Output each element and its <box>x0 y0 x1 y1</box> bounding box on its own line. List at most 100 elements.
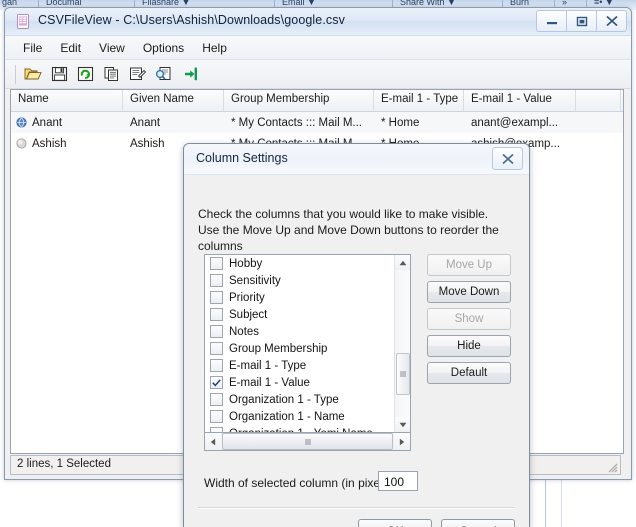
minimize-button[interactable] <box>536 10 567 32</box>
refresh-icon[interactable] <box>73 63 97 86</box>
menu-help[interactable]: Help <box>193 39 236 57</box>
save-icon[interactable] <box>47 63 71 86</box>
table-cell-text: Ashish <box>32 137 67 150</box>
dialog-title-bar: Column Settings <box>184 144 529 175</box>
list-column-header[interactable]: Name <box>11 90 123 111</box>
title-bar: CSVFileView - C:\Users\Ashish\Downloads\… <box>5 8 631 36</box>
column-list-item[interactable]: Organization 1 - Name <box>205 408 410 425</box>
scroll-left-arrow-icon[interactable] <box>205 433 221 450</box>
dialog-side-buttons: Move Up Move Down Show Hide Default <box>427 254 511 389</box>
column-list-item[interactable]: Priority <box>205 289 410 306</box>
horizontal-scroll-thumb[interactable] <box>222 433 393 450</box>
background-toolbar-item: gan <box>2 0 18 7</box>
column-checkbox-list[interactable]: Hobby Sensitivity Priority Subject Notes Grou… <box>204 254 411 433</box>
menu-bar: File Edit View Options Help <box>5 36 631 60</box>
properties-icon[interactable] <box>125 63 149 86</box>
default-button[interactable]: Default <box>427 362 511 384</box>
checkbox-icon[interactable] <box>210 308 223 321</box>
cancel-button[interactable]: Cancel <box>441 519 515 527</box>
table-row[interactable]: Anant Anant * My Contacts ::: Mail M... * H… <box>11 112 623 133</box>
dialog-close-button[interactable] <box>492 147 523 170</box>
table-cell-text: Anant <box>32 116 63 129</box>
vertical-scroll-thumb[interactable] <box>396 353 410 395</box>
column-list-item[interactable]: Notes <box>205 323 410 340</box>
checkbox-icon[interactable] <box>210 342 223 355</box>
list-column-header[interactable]: Group Membership <box>224 90 374 111</box>
table-cell: Anant <box>11 117 123 129</box>
column-list-item[interactable]: Subject <box>205 306 410 323</box>
show-button[interactable]: Show <box>427 308 511 330</box>
window-controls <box>536 10 627 32</box>
checkbox-icon[interactable] <box>210 376 223 389</box>
column-list-item[interactable]: Group Membership <box>205 340 410 357</box>
csv-file-icon <box>15 13 32 30</box>
column-list-item-label: Notes <box>229 325 260 338</box>
maximize-button[interactable] <box>566 10 597 32</box>
column-list-item[interactable]: Sensitivity <box>205 272 410 289</box>
column-list-item[interactable]: Organization 1 - Type <box>205 391 410 408</box>
background-toolbar-item: Filashare ▼ <box>142 0 191 7</box>
scroll-down-arrow-icon[interactable] <box>395 417 410 432</box>
screen: gan Documal Filashare ▼ Email ▼ Share With ▼… <box>0 0 636 527</box>
hide-button[interactable]: Hide <box>427 335 511 357</box>
find-icon[interactable] <box>151 63 175 86</box>
dialog-divider <box>198 507 515 509</box>
list-column-header[interactable]: E-mail 1 - Type <box>374 90 464 111</box>
column-settings-dialog: Column Settings Check the columns that y… <box>183 143 530 527</box>
checkbox-icon[interactable] <box>210 393 223 406</box>
menu-options[interactable]: Options <box>134 39 193 57</box>
list-vertical-scrollbar[interactable] <box>394 255 410 432</box>
column-list-item-label: Group Membership <box>229 342 328 355</box>
column-list-item[interactable]: Hobby <box>205 255 410 272</box>
checkbox-icon[interactable] <box>210 274 223 287</box>
table-cell: * My Contacts ::: Mail M... <box>231 116 362 129</box>
move-down-button[interactable]: Move Down <box>427 281 511 303</box>
window-title: CSVFileView - C:\Users\Ashish\Downloads\… <box>38 13 345 27</box>
list-column-header[interactable]: Given Name <box>123 90 224 111</box>
checkbox-icon[interactable] <box>210 410 223 423</box>
toolbar-separator <box>15 64 16 84</box>
list-column-header[interactable] <box>576 90 621 111</box>
background-toolbar-item: Burn <box>510 0 530 7</box>
list-column-header[interactable]: E-mail 1 - Value <box>464 90 576 111</box>
ok-button[interactable]: OK <box>358 519 432 527</box>
background-toolbar-item: Documal <box>46 0 82 7</box>
table-cell: anant@exampl... <box>471 116 559 129</box>
checkbox-icon[interactable] <box>210 325 223 338</box>
checkbox-icon[interactable] <box>210 291 223 304</box>
column-checkbox-rows: Hobby Sensitivity Priority Subject Notes Grou… <box>205 255 410 432</box>
dialog-body: Check the columns that you would like to… <box>184 174 529 527</box>
background-toolbar-item: Share With ▼ <box>400 0 456 7</box>
table-cell: Anant <box>130 116 161 129</box>
column-width-label: Width of selected column (in pixels): <box>204 476 397 490</box>
scroll-up-arrow-icon[interactable] <box>395 255 410 270</box>
checkbox-icon[interactable] <box>210 257 223 270</box>
column-list-item[interactable]: E-mail 1 - Type <box>205 357 410 374</box>
column-list-item-label: E-mail 1 - Value <box>229 376 310 389</box>
column-list-item-label: Organization 1 - Name <box>229 410 345 423</box>
resize-grip-icon[interactable] <box>606 461 618 473</box>
copy-icon[interactable] <box>99 63 123 86</box>
checkbox-icon[interactable] <box>210 359 223 372</box>
column-list-item-label: E-mail 1 - Type <box>229 359 307 372</box>
column-list-item-label: Subject <box>229 308 268 321</box>
column-width-input[interactable] <box>378 471 418 491</box>
status-lines-count: 2 lines, 1 Selected <box>10 455 202 475</box>
move-up-button[interactable]: Move Up <box>427 254 511 276</box>
close-button[interactable] <box>596 10 627 32</box>
menu-view[interactable]: View <box>90 39 134 57</box>
menu-file[interactable]: File <box>14 39 51 57</box>
scroll-right-arrow-icon[interactable] <box>394 433 410 450</box>
column-list-item[interactable]: E-mail 1 - Value <box>205 374 410 391</box>
table-cell: Ashish <box>11 138 123 150</box>
circle-icon <box>16 138 27 149</box>
menu-edit[interactable]: Edit <box>51 39 90 57</box>
background-toolbar-item: Email ▼ <box>282 0 316 7</box>
column-list-item-label: Sensitivity <box>229 274 281 287</box>
open-folder-icon[interactable] <box>21 63 45 86</box>
list-header-row: Name Given Name Group Membership E-mail 1 -… <box>11 90 623 112</box>
exit-icon[interactable] <box>177 63 201 86</box>
column-list-item-label: Organization 1 - Type <box>229 393 339 406</box>
list-horizontal-scrollbar[interactable] <box>204 432 411 451</box>
dialog-instruction: Check the columns that you would like to… <box>198 207 499 253</box>
